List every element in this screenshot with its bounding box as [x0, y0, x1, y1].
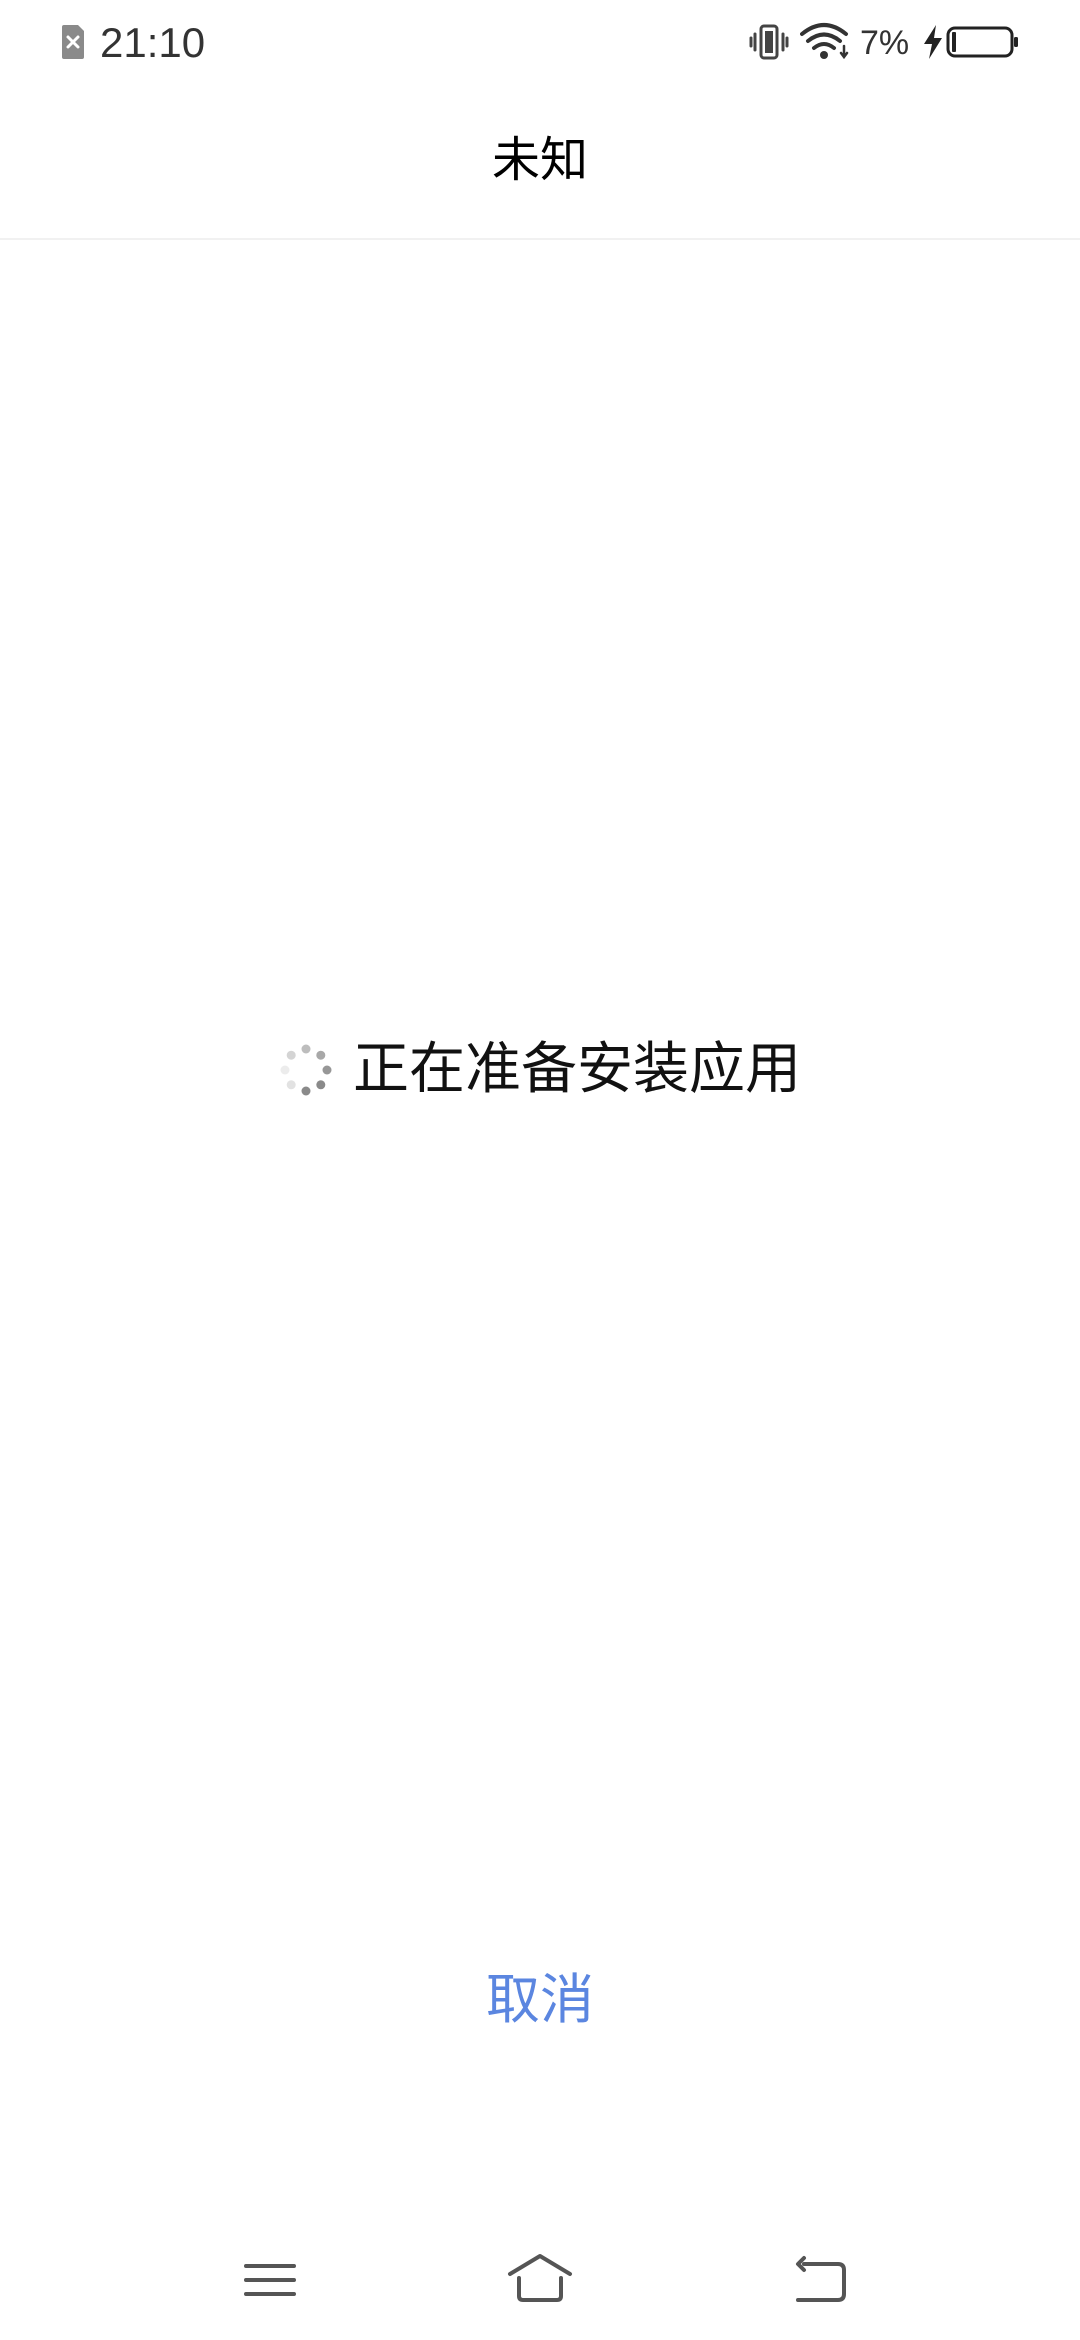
charging-icon: [924, 25, 942, 59]
wifi-icon: [800, 23, 849, 60]
menu-icon[interactable]: [236, 2250, 306, 2310]
status-bar: 21:10 7%: [0, 0, 1080, 84]
page-title: 未知: [491, 132, 588, 188]
battery-icon: [946, 26, 1018, 58]
cancel-button[interactable]: 取消: [440, 1960, 640, 2040]
sim-missing-icon: [62, 25, 84, 59]
home-icon[interactable]: [505, 2250, 575, 2310]
battery-percent: 7%: [860, 24, 910, 62]
loading-text: 正在准备安装应用: [353, 1037, 801, 1102]
loading-status: 正在准备安装应用: [0, 1030, 1080, 1110]
back-icon[interactable]: [788, 2250, 858, 2310]
title-bar: 未知: [0, 84, 1080, 240]
navigation-bar: [0, 2230, 1080, 2340]
vibrate-icon: [749, 24, 789, 60]
status-time: 21:10: [100, 19, 206, 66]
loading-spinner-icon: [280, 1044, 332, 1096]
